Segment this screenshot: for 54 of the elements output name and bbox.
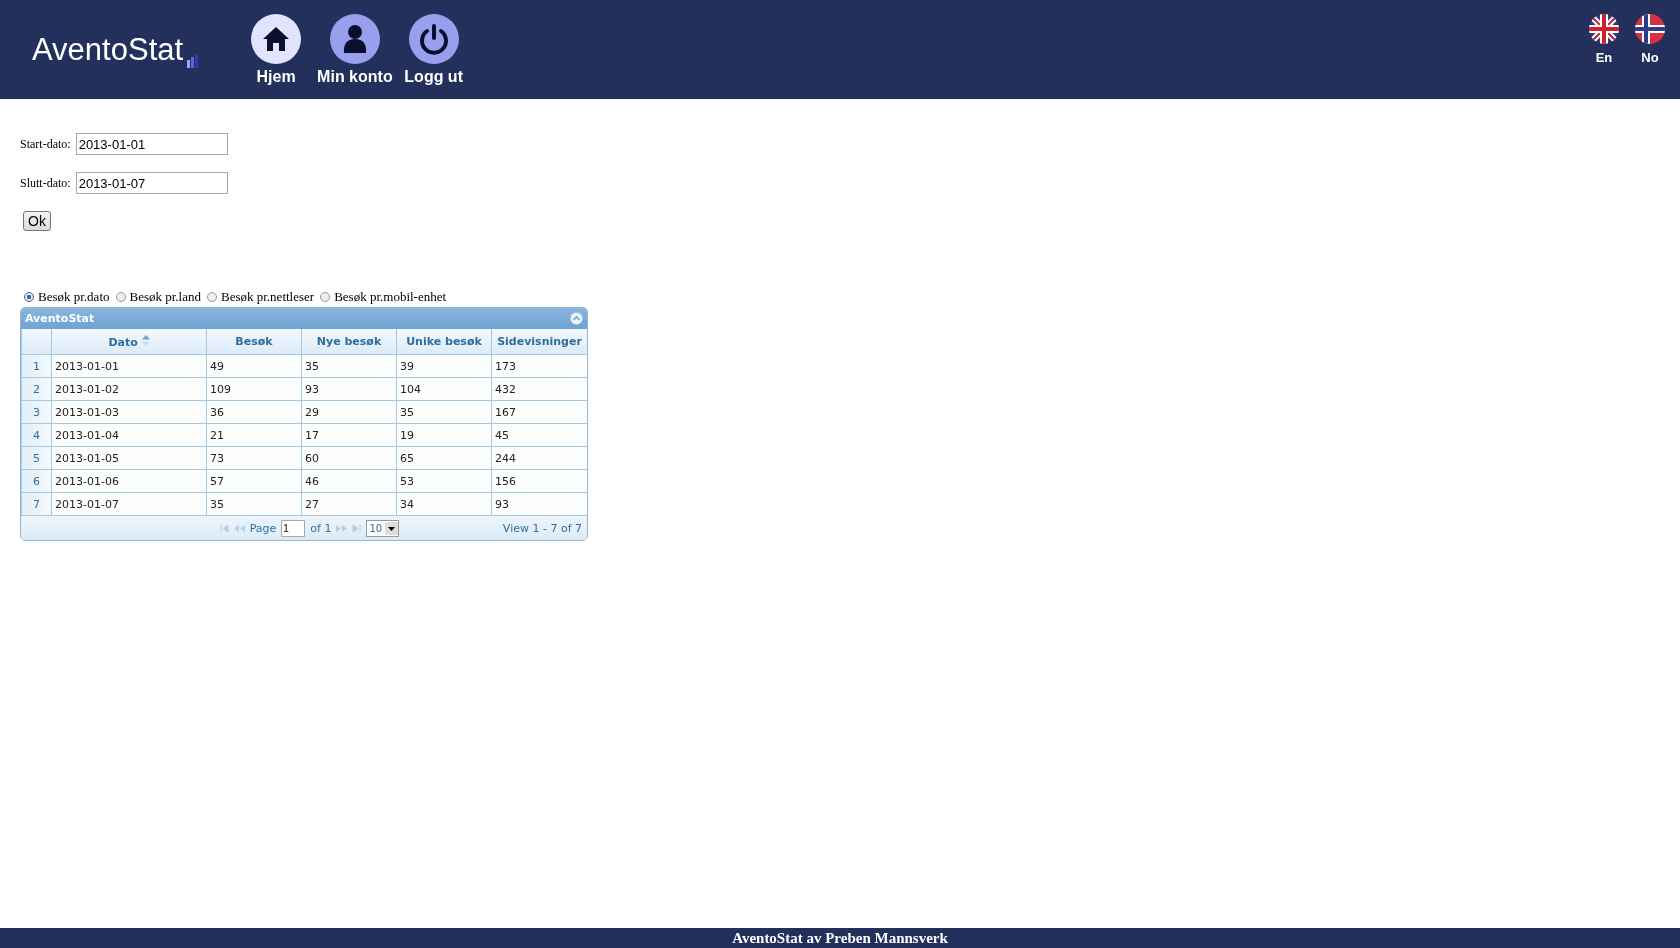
table-cell: 2013-01-01: [51, 354, 207, 378]
table-cell: 2013-01-07: [51, 492, 207, 516]
row-number: 5: [21, 446, 52, 470]
page-count: of 1: [310, 521, 332, 535]
date-field[interactable]: 2013-01-01: [75, 133, 228, 155]
radio-button[interactable]: [115, 292, 126, 302]
language-button[interactable]: En: [1588, 14, 1620, 65]
column-header[interactable]: Nye besøk: [301, 329, 397, 355]
column-header[interactable]: Sidevisninger: [491, 329, 587, 355]
nav-button[interactable]: Min konto: [317, 13, 393, 86]
row-number: 4: [21, 423, 52, 447]
person-icon: [342, 23, 367, 54]
bar-chart-icon: [186, 53, 201, 68]
page-label: Page: [249, 521, 277, 535]
ok-button[interactable]: Ok: [23, 211, 51, 231]
field-label: Slutt-dato:: [20, 175, 71, 191]
page-field[interactable]: 1: [281, 519, 306, 537]
last-page-icon[interactable]: [352, 524, 362, 532]
date-field[interactable]: 2013-01-07: [75, 172, 228, 194]
grid-title: AventoStat: [25, 312, 95, 325]
language-button[interactable]: No: [1634, 14, 1666, 65]
table-cell: 2013-01-05: [51, 446, 207, 470]
radio-label: Besøk pr.nettleser: [221, 289, 315, 305]
collapse-icon[interactable]: [570, 312, 583, 325]
row-number: 3: [21, 400, 52, 424]
page-size-select[interactable]: 10: [366, 519, 400, 537]
table-cell: 2013-01-06: [51, 469, 207, 493]
column-header[interactable]: Dato: [51, 329, 207, 355]
column-header[interactable]: Besøk: [206, 329, 302, 355]
table-cell: 2013-01-02: [51, 377, 207, 401]
radio-label: Besøk pr.dato: [38, 289, 110, 305]
previous-page-icon[interactable]: [233, 524, 245, 532]
radio-label: Besøk pr.land: [129, 289, 201, 305]
radio-button[interactable]: [24, 292, 34, 302]
table-cell: 2013-01-04: [51, 423, 207, 447]
field-label: Start-dato:: [20, 136, 71, 152]
home-icon: [262, 25, 291, 52]
logo-text: AventoStat: [32, 31, 184, 68]
norway-flag-icon: [1635, 14, 1665, 44]
row-number: 1: [21, 354, 52, 378]
next-page-icon[interactable]: [336, 524, 348, 532]
table-cell: 2013-01-03: [51, 400, 207, 424]
column-header[interactable]: Unike besøk: [396, 329, 492, 355]
row-number: 7: [21, 492, 52, 516]
radio-label: Besøk pr.mobil-enhet: [334, 289, 447, 305]
radio-button[interactable]: [207, 292, 217, 302]
first-page-icon[interactable]: [219, 524, 229, 532]
radio-button[interactable]: [320, 292, 331, 302]
uk-flag-icon: [1589, 14, 1619, 44]
view-summary: View 1 - 7 of 7: [502, 521, 582, 535]
footer-text: AventoStat av Preben Mannsverk: [0, 928, 1680, 948]
row-number: 6: [21, 469, 52, 493]
row-number: 2: [21, 377, 52, 401]
power-icon: [417, 22, 450, 55]
